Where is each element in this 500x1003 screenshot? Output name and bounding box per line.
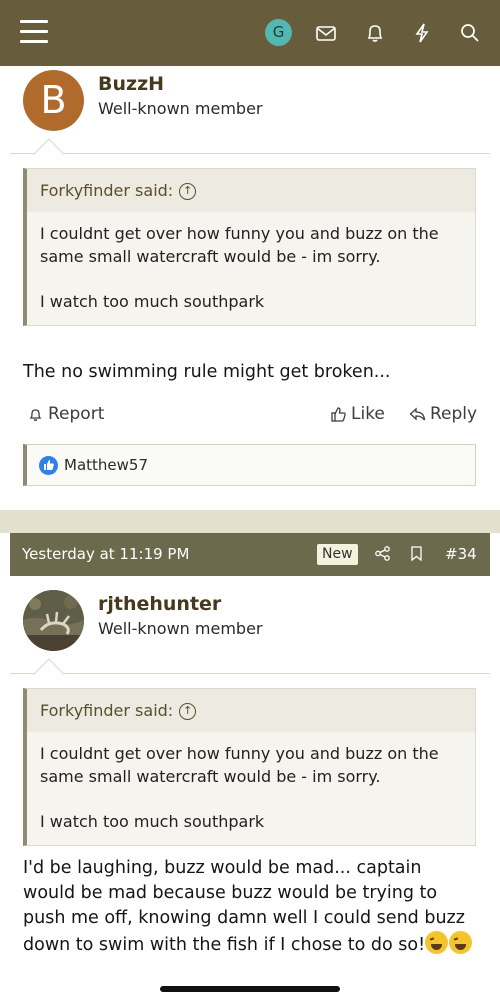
quote-block: Forkyfinder said: ↑ I couldnt get over ho…	[23, 688, 476, 846]
menu-icon[interactable]	[20, 20, 48, 46]
bell-icon	[29, 408, 42, 421]
quote-text: I couldnt get over how funny you and buz…	[40, 224, 439, 266]
lightning-icon[interactable]	[408, 19, 436, 47]
quote-body: I couldnt get over how funny you and buz…	[27, 732, 475, 845]
username[interactable]: BuzzH	[98, 73, 164, 95]
like-button[interactable]: Like	[330, 404, 385, 424]
mail-icon[interactable]	[312, 19, 340, 47]
user-avatar[interactable]: G	[265, 19, 292, 46]
quote-text: I watch too much southpark	[40, 292, 265, 311]
user-title: Well-known member	[98, 99, 263, 118]
quote-text: I couldnt get over how funny you and buz…	[40, 744, 439, 786]
reply-button[interactable]: Reply	[409, 404, 477, 424]
quote-author[interactable]: Forkyfinder said:	[40, 181, 173, 200]
rofl-emoji-icon	[449, 931, 473, 954]
report-label: Report	[48, 404, 105, 424]
reply-icon	[409, 407, 426, 420]
user-title: Well-known member	[98, 619, 263, 638]
quote-header[interactable]: Forkyfinder said: ↑	[27, 169, 475, 212]
post-header: Yesterday at 11:19 PM New #34	[10, 533, 490, 576]
divider	[10, 673, 490, 674]
share-icon[interactable]	[374, 545, 391, 562]
username[interactable]: rjthehunter	[98, 593, 221, 615]
jump-up-icon[interactable]: ↑	[179, 703, 197, 720]
quote-block: Forkyfinder said: ↑ I couldnt get over ho…	[23, 168, 476, 326]
home-indicator	[160, 986, 340, 992]
quote-body: I couldnt get over how funny you and buz…	[27, 212, 475, 325]
post-separator	[0, 510, 500, 533]
deer-antler-photo	[23, 590, 84, 651]
search-icon[interactable]	[456, 19, 484, 47]
divider	[10, 153, 490, 154]
quote-text: I watch too much southpark	[40, 812, 265, 831]
post-message-text: I'd be laughing, buzz would be mad... ca…	[23, 858, 465, 955]
thumbs-up-icon	[331, 406, 346, 422]
avatar[interactable]: B	[23, 70, 84, 131]
bell-icon[interactable]	[361, 19, 389, 47]
post-message: I'd be laughing, buzz would be mad... ca…	[23, 856, 478, 958]
report-button[interactable]: Report	[27, 404, 104, 424]
quote-header[interactable]: Forkyfinder said: ↑	[27, 689, 475, 732]
quote-author[interactable]: Forkyfinder said:	[40, 701, 173, 720]
like-reaction-icon	[39, 455, 58, 475]
avatar[interactable]	[23, 590, 84, 651]
post-number[interactable]: #34	[445, 545, 477, 563]
post-message: The no swimming rule might get broken...	[23, 362, 391, 382]
likes-bar[interactable]: Matthew57	[23, 444, 476, 486]
new-badge: New	[317, 544, 358, 565]
rofl-emoji-icon	[425, 931, 449, 954]
post-date[interactable]: Yesterday at 11:19 PM	[22, 545, 189, 563]
jump-up-icon[interactable]: ↑	[179, 183, 197, 200]
like-label: Like	[351, 404, 385, 424]
liked-by[interactable]: Matthew57	[64, 456, 148, 474]
top-navigation-bar: G	[0, 0, 500, 66]
bookmark-icon[interactable]	[408, 545, 425, 562]
reply-label: Reply	[430, 404, 478, 424]
